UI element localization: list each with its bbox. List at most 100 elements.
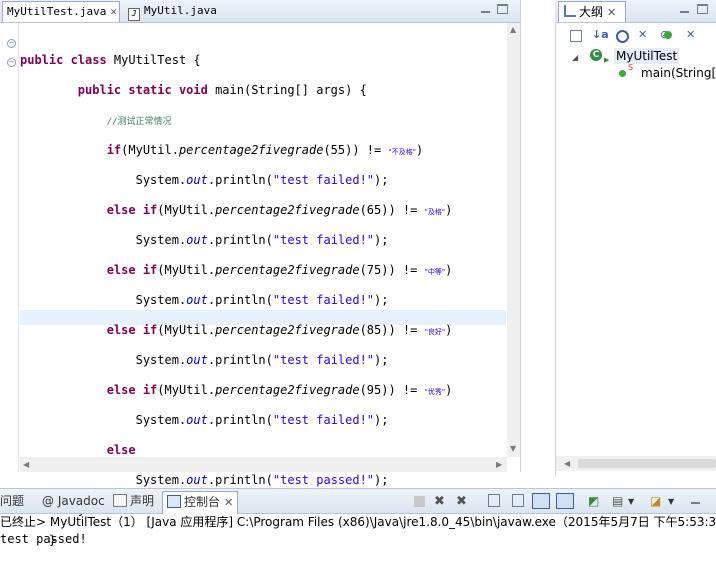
code-token: ); bbox=[374, 413, 389, 427]
method-call: percentage2fivegrade bbox=[178, 143, 324, 157]
hide-static-icon[interactable]: ✕ bbox=[638, 28, 652, 42]
code-token: ); bbox=[374, 293, 389, 307]
code-line: System.out.println("test failed!"); bbox=[20, 173, 452, 188]
terminate-icon[interactable] bbox=[414, 496, 425, 507]
chevron-down-icon[interactable]: ▼ bbox=[628, 497, 642, 511]
tab-label: 控制台 bbox=[184, 495, 221, 509]
code-token: (85) bbox=[359, 323, 389, 337]
scroll-right-icon[interactable]: ▶ bbox=[496, 460, 502, 469]
string-literal: "test failed!" bbox=[272, 173, 375, 187]
code-line: else if(MyUtil.percentage2fivegrade(75))… bbox=[20, 263, 453, 278]
expand-tree-icon[interactable]: ◢ bbox=[572, 53, 578, 62]
remove-all-icon[interactable]: ✖ bbox=[456, 494, 470, 509]
console-icon bbox=[167, 495, 181, 508]
outline-item-method[interactable]: main(String[] bbox=[641, 65, 716, 81]
static-field: out bbox=[186, 413, 208, 427]
method-call: percentage2fivegrade bbox=[215, 323, 360, 337]
code-token: .println( bbox=[207, 293, 273, 307]
code-token: ) bbox=[445, 203, 453, 217]
string-literal: "test passed!" bbox=[272, 473, 375, 487]
minimize-icon[interactable] bbox=[690, 495, 702, 506]
console-output[interactable]: test passed! bbox=[0, 532, 87, 547]
clear-console-icon[interactable] bbox=[488, 494, 500, 507]
code-token: .println( bbox=[207, 353, 273, 367]
code-token: (55) bbox=[323, 143, 353, 157]
code-line: System.out.println("test failed!"); bbox=[20, 293, 452, 308]
code-token: (75) bbox=[359, 263, 389, 277]
static-field: out bbox=[186, 233, 208, 247]
scroll-up-icon[interactable]: ▲ bbox=[510, 25, 516, 34]
code-token: ); bbox=[374, 473, 389, 487]
code-line: if(MyUtil.percentage2fivegrade(55)) != "… bbox=[20, 143, 452, 158]
string-literal: "不及格" bbox=[388, 148, 416, 156]
minimize-icon[interactable] bbox=[480, 4, 492, 15]
code-token: .println( bbox=[207, 413, 273, 427]
code-line: public class MyUtilTest { bbox=[20, 53, 452, 68]
code-token: ); bbox=[374, 353, 389, 367]
scroll-left-icon[interactable]: ◀ bbox=[23, 460, 29, 469]
scrollbar-thumb[interactable] bbox=[578, 459, 716, 468]
close-icon[interactable]: ✕ bbox=[110, 2, 117, 22]
link-with-editor-icon[interactable]: ✕ bbox=[686, 28, 700, 42]
tab-myutil-java[interactable]: J MyUtil.java bbox=[122, 1, 222, 21]
static-field: out bbox=[186, 353, 208, 367]
editor-tab-bar: MyUtilTest.java ✕ J MyUtil.java bbox=[0, 0, 520, 23]
pin-console-icon[interactable]: ◩ bbox=[588, 494, 602, 508]
display-console-icon[interactable]: ▤ bbox=[612, 494, 626, 508]
tab-myutiltest-java[interactable]: MyUtilTest.java ✕ bbox=[2, 1, 120, 22]
outline-item-class[interactable]: MyUtilTest bbox=[614, 48, 680, 64]
editor-vertical-scrollbar[interactable]: ▲ ▼ bbox=[507, 23, 520, 457]
code-token: (MyUtil. bbox=[157, 203, 216, 217]
string-literal: "test failed!" bbox=[272, 413, 375, 427]
minimize-icon[interactable] bbox=[679, 4, 691, 15]
code-line: else if(MyUtil.percentage2fivegrade(85))… bbox=[20, 323, 453, 338]
tab-declaration[interactable]: 声明 bbox=[113, 494, 154, 508]
scroll-left-icon[interactable]: ◀ bbox=[564, 459, 570, 468]
tab-outline[interactable]: 大纲 ✕ bbox=[558, 1, 626, 22]
remove-launch-icon[interactable]: ✖ bbox=[434, 494, 448, 509]
tab-label: MyUtil.java bbox=[144, 4, 217, 17]
scroll-lock-icon[interactable] bbox=[512, 494, 524, 507]
hide-local-types-icon[interactable] bbox=[664, 31, 672, 39]
static-field: out bbox=[186, 173, 208, 187]
fold-minus-icon[interactable]: − bbox=[7, 58, 16, 67]
open-console-icon[interactable]: ◪ bbox=[650, 494, 664, 508]
close-icon[interactable]: ✕ bbox=[224, 493, 233, 513]
tab-javadoc[interactable]: @ Javadoc bbox=[42, 494, 105, 508]
tab-label: 声明 bbox=[130, 494, 155, 508]
keyword: else if bbox=[106, 323, 158, 337]
chevron-down-icon[interactable]: ▼ bbox=[668, 497, 682, 511]
maximize-icon[interactable] bbox=[697, 4, 708, 14]
tab-label: 大纲 bbox=[579, 5, 604, 19]
static-field: out bbox=[186, 473, 208, 487]
code-text[interactable]: public class MyUtilTest { public static … bbox=[20, 38, 452, 563]
string-literal: "test failed!" bbox=[272, 233, 375, 247]
console-status-line: 已终止> MyUtilTest（1） [Java 应用程序] C:\Progra… bbox=[0, 515, 716, 529]
code-token: ); bbox=[374, 233, 389, 247]
sort-icon[interactable]: ↓a bbox=[592, 28, 609, 42]
code-token: .println( bbox=[207, 233, 273, 247]
string-literal: "优秀" bbox=[424, 388, 446, 396]
keyword: else if bbox=[106, 203, 158, 217]
code-line: System.out.println("test failed!"); bbox=[20, 233, 452, 248]
hide-fields-icon[interactable] bbox=[616, 30, 629, 43]
tab-console[interactable]: 控制台 ✕ bbox=[162, 491, 239, 514]
maximize-icon[interactable] bbox=[497, 4, 508, 14]
show-stderr-icon[interactable] bbox=[556, 493, 574, 509]
close-icon[interactable]: ✕ bbox=[607, 3, 616, 23]
collapse-all-icon[interactable] bbox=[570, 30, 582, 42]
code-token: (MyUtil. bbox=[157, 323, 216, 337]
editor-horizontal-scrollbar[interactable]: ◀ ▶ bbox=[20, 457, 507, 472]
outline-toolbar: ↓a ✕ ⊘ ✕ bbox=[556, 24, 716, 46]
static-field: out bbox=[186, 293, 208, 307]
outline-tab-bar: 大纲 ✕ bbox=[555, 0, 716, 23]
console-tab-bar: 问题 @ Javadoc 声明 控制台 ✕ ✖ ✖ ◩ ▤ ▼ ◪ ▼ bbox=[0, 488, 716, 514]
show-stdout-icon[interactable] bbox=[532, 493, 550, 509]
scroll-down-icon[interactable]: ▼ bbox=[510, 444, 516, 453]
fold-minus-icon[interactable]: − bbox=[7, 39, 16, 48]
code-line: public static void main(String[] args) { bbox=[20, 83, 452, 98]
method-call: percentage2fivegrade bbox=[215, 203, 360, 217]
tab-problems[interactable]: 问题 bbox=[0, 494, 24, 508]
code-token: System. bbox=[135, 353, 187, 367]
code-token: ) != bbox=[388, 203, 425, 217]
